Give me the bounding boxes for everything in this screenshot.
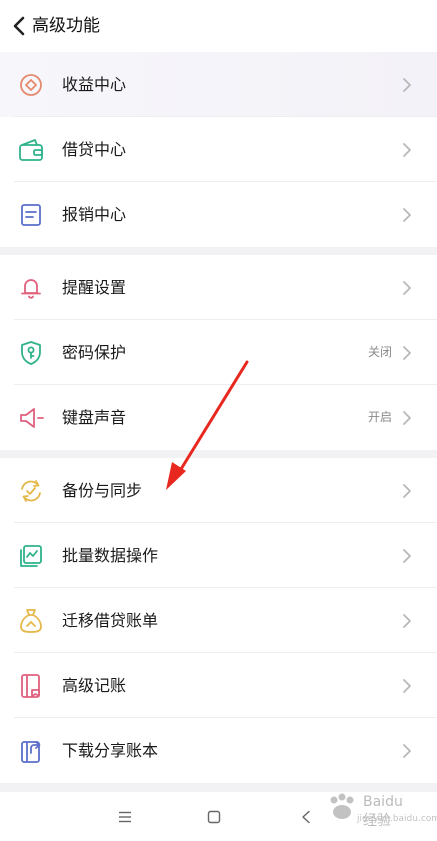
menu-item-reminder-settings[interactable]: 提醒设置	[0, 255, 437, 320]
menu-item-label: 迁移借贷账单	[62, 611, 159, 630]
bell-icon	[17, 274, 45, 302]
chevron-right-icon	[401, 482, 413, 500]
status-text: 开启	[367, 410, 392, 424]
watermark-text: Baidu经验	[363, 794, 403, 829]
money-bag-icon	[17, 607, 45, 635]
menu-item-advanced-bookkeeping[interactable]: 高级记账	[0, 653, 437, 718]
header-bar: 高级功能	[0, 0, 437, 52]
chevron-right-icon	[401, 206, 413, 224]
back-triangle-icon	[302, 810, 310, 824]
menu-item-loan-center[interactable]: 借贷中心	[0, 117, 437, 182]
menu-item-label: 借贷中心	[62, 140, 127, 159]
page-title: 高级功能	[32, 16, 100, 36]
menu-item-keyboard-sound[interactable]: 键盘声音 开启	[0, 385, 437, 450]
menu-item-label: 密码保护	[62, 343, 127, 362]
chevron-right-icon	[401, 742, 413, 760]
menu-item-reimburse-center[interactable]: 报销中心	[0, 182, 437, 247]
home-square-icon	[207, 810, 221, 824]
chevron-right-icon	[401, 279, 413, 297]
chevron-right-icon	[401, 141, 413, 159]
menu-item-label: 高级记账	[62, 676, 127, 695]
menu-item-label: 报销中心	[62, 205, 127, 224]
settings-group-finance: 收益中心 借贷中心 报销中心	[0, 52, 437, 247]
watermark-url: jingyan.baidu.com	[357, 814, 437, 824]
menu-item-income-center[interactable]: 收益中心	[0, 52, 437, 117]
back-button[interactable]	[8, 14, 30, 38]
menu-item-download-share-book[interactable]: 下载分享账本	[0, 718, 437, 783]
chevron-right-icon	[401, 409, 413, 427]
ledger-icon	[17, 672, 45, 700]
menu-item-label: 下载分享账本	[62, 741, 159, 760]
income-icon	[17, 71, 45, 99]
wallet-icon	[17, 136, 45, 164]
group-separator	[0, 450, 437, 458]
menu-item-batch-data[interactable]: 批量数据操作	[0, 523, 437, 588]
menu-item-password-protection[interactable]: 密码保护 关闭	[0, 320, 437, 385]
baidu-watermark: Baidu经验 jingyan.baidu.com	[323, 788, 437, 830]
shield-key-icon	[17, 339, 45, 367]
menu-item-label: 备份与同步	[62, 481, 143, 500]
settings-group-data: 备份与同步 批量数据操作 迁移借贷账单 高级记账 下载分享账本	[0, 458, 437, 783]
chevron-left-icon	[13, 16, 25, 36]
status-text: 关闭	[367, 345, 392, 359]
batch-chart-icon	[17, 542, 45, 570]
chevron-right-icon	[401, 677, 413, 695]
share-book-icon	[17, 737, 45, 765]
menu-item-label: 提醒设置	[62, 278, 127, 297]
menu-icon	[119, 811, 131, 823]
menu-item-migrate-loan-bills[interactable]: 迁移借贷账单	[0, 588, 437, 653]
chevron-right-icon	[401, 344, 413, 362]
menu-item-label: 键盘声音	[62, 408, 127, 427]
chevron-right-icon	[401, 76, 413, 94]
paw-logo-icon	[330, 793, 354, 819]
speaker-icon	[17, 404, 45, 432]
settings-group-security: 提醒设置 密码保护 关闭 键盘声音 开启	[0, 255, 437, 450]
nav-back-button[interactable]	[294, 806, 318, 828]
menu-item-label: 批量数据操作	[62, 546, 159, 565]
receipt-icon	[17, 201, 45, 229]
group-separator	[0, 247, 437, 255]
menu-item-backup-sync[interactable]: 备份与同步	[0, 458, 437, 523]
sync-check-icon	[17, 477, 45, 505]
nav-home-button[interactable]	[202, 806, 226, 828]
menu-item-label: 收益中心	[62, 75, 127, 94]
chevron-right-icon	[401, 547, 413, 565]
chevron-right-icon	[401, 612, 413, 630]
nav-menu-button[interactable]	[113, 806, 137, 828]
